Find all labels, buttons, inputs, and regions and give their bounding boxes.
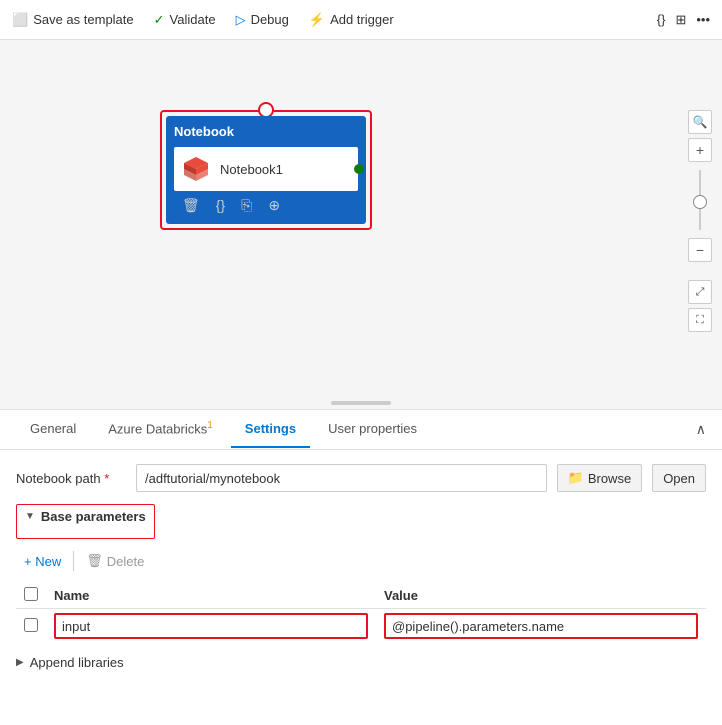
param-name-input[interactable] bbox=[54, 613, 368, 639]
row-checkbox-cell bbox=[16, 609, 46, 644]
zoom-full-button[interactable]: ⛶ bbox=[688, 308, 712, 332]
canvas-area: Notebook Notebook1 🗑 {} bbox=[0, 40, 722, 410]
col-name-header: Name bbox=[46, 583, 376, 609]
code-icon: {} bbox=[657, 12, 666, 27]
notebook-node-wrapper: Notebook Notebook1 🗑 {} bbox=[160, 110, 372, 230]
tab-azure-databricks-badge: 1 bbox=[207, 420, 213, 431]
delete-node-icon[interactable]: 🗑 bbox=[182, 197, 200, 214]
code-node-icon[interactable]: {} bbox=[216, 197, 225, 214]
table-view-button[interactable]: ⊞ bbox=[675, 12, 686, 28]
base-parameters-section: ▼ Base parameters bbox=[16, 504, 155, 539]
params-table: Name Value bbox=[16, 583, 706, 643]
collapse-panel-button[interactable]: ∧ bbox=[696, 421, 706, 438]
link-node-icon[interactable]: ⊕ bbox=[268, 197, 280, 214]
tab-azure-databricks[interactable]: Azure Databricks1 bbox=[94, 410, 227, 448]
notebook-path-row: Notebook path * 📁 Browse Open bbox=[16, 464, 706, 492]
minus-icon: − bbox=[696, 242, 704, 258]
node-actions: 🗑 {} ⎘ ⊕ bbox=[174, 191, 358, 216]
zoom-out-button[interactable]: − bbox=[688, 238, 712, 262]
debug-icon: ▷ bbox=[236, 12, 246, 28]
fit-icon: ⤢ bbox=[696, 286, 705, 299]
chevron-up-icon: ∧ bbox=[696, 421, 706, 437]
tabs-bar: General Azure Databricks1 Settings User … bbox=[0, 410, 722, 450]
zoom-in-button[interactable]: + bbox=[688, 138, 712, 162]
param-value-input[interactable] bbox=[384, 613, 698, 639]
param-name-cell bbox=[46, 609, 376, 644]
node-body: Notebook1 bbox=[174, 147, 358, 191]
delete-param-button[interactable]: 🗑 Delete bbox=[78, 549, 152, 573]
copy-node-icon[interactable]: ⎘ bbox=[241, 197, 252, 214]
validate-label: Validate bbox=[170, 12, 216, 27]
toolbar-right: {} ⊞ ••• bbox=[657, 12, 710, 28]
save-template-button[interactable]: ⬜ Save as template bbox=[12, 12, 134, 28]
node-status-dot bbox=[354, 164, 364, 174]
param-value-cell bbox=[376, 609, 706, 644]
select-all-checkbox[interactable] bbox=[24, 587, 38, 601]
toolbar: ⬜ Save as template ✓ Validate ▷ Debug ⚡ … bbox=[0, 0, 722, 40]
delete-param-label: Delete bbox=[107, 554, 145, 569]
required-star: * bbox=[104, 471, 109, 486]
tab-user-properties[interactable]: User properties bbox=[314, 411, 431, 448]
new-param-label: + New bbox=[24, 554, 61, 569]
browse-button[interactable]: 📁 Browse bbox=[557, 464, 643, 492]
ellipsis-icon: ••• bbox=[696, 12, 710, 27]
plus-icon: + bbox=[696, 142, 704, 158]
base-parameters-header[interactable]: ▼ Base parameters bbox=[25, 509, 146, 524]
full-icon: ⛶ bbox=[696, 314, 704, 327]
expand-triangle-icon: ▶ bbox=[16, 657, 24, 668]
validate-button[interactable]: ✓ Validate bbox=[154, 12, 216, 28]
zoom-controls: 🔍 + − ⤢ ⛶ bbox=[688, 100, 712, 332]
action-buttons: + New 🗑 Delete bbox=[16, 549, 706, 573]
bottom-panel: General Azure Databricks1 Settings User … bbox=[0, 410, 722, 684]
more-options-button[interactable]: ••• bbox=[696, 12, 710, 27]
append-libraries-section[interactable]: ▶ Append libraries bbox=[16, 655, 706, 670]
notebook-path-input[interactable] bbox=[136, 464, 547, 492]
debug-button[interactable]: ▷ Debug bbox=[236, 12, 289, 28]
folder-icon: 📁 bbox=[568, 470, 584, 486]
notebook-path-label: Notebook path * bbox=[16, 471, 126, 486]
notebook-node-outer: Notebook Notebook1 🗑 {} bbox=[160, 110, 372, 230]
action-divider bbox=[73, 551, 74, 571]
validate-icon: ✓ bbox=[154, 12, 165, 28]
search-icon: 🔍 bbox=[693, 115, 708, 129]
node-name: Notebook1 bbox=[220, 162, 283, 177]
table-icon: ⊞ bbox=[675, 12, 686, 28]
collapse-triangle-icon: ▼ bbox=[25, 511, 35, 522]
open-button[interactable]: Open bbox=[652, 464, 706, 492]
new-param-button[interactable]: + New bbox=[16, 550, 69, 573]
row-checkbox[interactable] bbox=[24, 618, 38, 632]
add-trigger-label: Add trigger bbox=[330, 12, 394, 27]
code-view-button[interactable]: {} bbox=[657, 12, 666, 27]
delete-icon: 🗑 bbox=[86, 553, 103, 569]
notebook-databricks-icon bbox=[182, 155, 210, 183]
add-trigger-button[interactable]: ⚡ Add trigger bbox=[309, 12, 394, 28]
param-row bbox=[16, 609, 706, 644]
col-checkbox bbox=[16, 583, 46, 609]
node-title: Notebook bbox=[174, 124, 358, 139]
col-value-header: Value bbox=[376, 583, 706, 609]
save-label: Save as template bbox=[33, 12, 133, 27]
zoom-search-button[interactable]: 🔍 bbox=[688, 110, 712, 134]
base-params-label: Base parameters bbox=[41, 509, 146, 524]
debug-label: Debug bbox=[251, 12, 289, 27]
tab-azure-databricks-label: Azure Databricks bbox=[108, 422, 207, 437]
append-libraries-label: Append libraries bbox=[30, 655, 124, 670]
tab-general-label: General bbox=[30, 421, 76, 436]
tab-general[interactable]: General bbox=[16, 411, 90, 448]
zoom-fit-button[interactable]: ⤢ bbox=[688, 280, 712, 304]
tab-user-properties-label: User properties bbox=[328, 421, 417, 436]
properties-panel: Notebook path * 📁 Browse Open ▼ Base par… bbox=[0, 450, 722, 684]
trigger-icon: ⚡ bbox=[309, 12, 325, 28]
tab-settings-label: Settings bbox=[245, 421, 296, 436]
notebook-node[interactable]: Notebook Notebook1 🗑 {} bbox=[166, 116, 366, 224]
zoom-slider-thumb[interactable] bbox=[693, 195, 707, 209]
panel-separator[interactable] bbox=[331, 401, 391, 405]
tab-settings[interactable]: Settings bbox=[231, 411, 310, 448]
zoom-slider-track bbox=[699, 170, 701, 230]
save-icon: ⬜ bbox=[12, 12, 28, 28]
